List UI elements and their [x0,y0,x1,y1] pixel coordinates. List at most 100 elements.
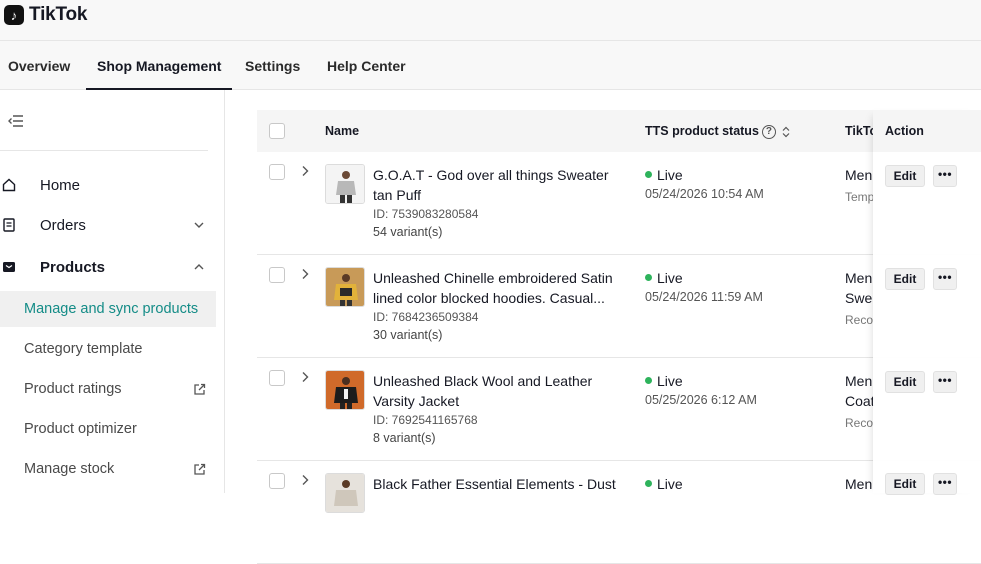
chevron-right-icon[interactable] [301,371,310,383]
row-checkbox[interactable] [269,370,285,386]
products-icon [3,262,15,272]
product-thumbnail[interactable] [325,164,365,204]
status-label: Live [657,373,683,389]
app-logo[interactable]: ♪ TikTok [4,4,87,26]
tiktok-logo-icon: ♪ [4,5,24,25]
external-link-icon [194,463,206,475]
sidebar-item-products[interactable]: Products [0,249,216,285]
edit-button[interactable]: Edit [885,473,925,495]
category-sub: Reco [845,313,874,327]
orders-icon [3,218,15,232]
help-icon[interactable]: ? [761,124,776,139]
product-variants: 8 variant(s) [373,431,436,445]
more-actions-button[interactable]: ••• [933,371,957,393]
category-primary: Men [845,270,873,286]
status-date: 05/24/2026 11:59 AM [645,290,763,304]
row-checkbox[interactable] [269,473,285,489]
more-actions-button[interactable]: ••• [933,165,957,187]
external-link-icon [194,383,206,395]
main-content: Name TTS product status? TikTo G.O.A.T -… [226,90,981,564]
product-name[interactable]: G.O.A.T - God over all things Sweater ta… [373,165,629,205]
product-name[interactable]: Unleashed Chinelle embroidered Satin lin… [373,268,629,308]
product-image-icon [326,474,364,512]
edit-button[interactable]: Edit [885,371,925,393]
tab-settings[interactable]: Settings [245,41,300,90]
select-all-checkbox[interactable] [269,123,285,139]
product-thumbnail[interactable] [325,370,365,410]
product-id: ID: 7539083280584 [373,207,479,221]
status-label: Live [657,167,683,183]
column-header-name: Name [325,124,360,138]
live-status-dot [645,171,652,178]
sidebar-subitem-label: Product optimizer [24,421,137,437]
status-label: Live [657,476,683,492]
chevron-down-icon [194,222,204,228]
product-id: ID: 7684236509384 [373,310,479,324]
column-header-action: Action [873,110,981,152]
main-nav: Overview Shop Management Settings Help C… [0,41,981,90]
sort-icon[interactable] [782,126,790,138]
category-sub: Reco [845,416,874,430]
product-thumbnail[interactable] [325,267,365,307]
sidebar-subitem-category-template[interactable]: Category template [0,331,216,367]
category-primary: Men [845,373,873,389]
chevron-right-icon[interactable] [301,474,310,486]
product-name[interactable]: Black Father Essential Elements - Dust [373,474,629,494]
sidebar: Home Orders Products Manage and sync pro… [0,90,225,493]
sidebar-item-home[interactable]: Home [0,167,216,203]
chevron-up-icon [194,264,204,270]
live-status-dot [645,274,652,281]
category-secondary: Coat [845,393,875,409]
sidebar-item-label: Orders [40,216,86,234]
sidebar-subitem-product-ratings[interactable]: Product ratings [0,371,216,407]
status-date: 05/24/2026 10:54 AM [645,187,764,201]
sidebar-item-label: Home [40,176,81,194]
chevron-right-icon[interactable] [301,268,310,280]
sidebar-subitem-manage-sync-products[interactable]: Manage and sync products [0,291,216,327]
status-date: 05/25/2026 6:12 AM [645,393,757,407]
product-id: ID: 7692541165768 [373,413,478,427]
top-bar: ♪ TikTok [0,0,981,41]
status-label: Live [657,270,683,286]
sidebar-item-orders[interactable]: Orders [0,207,216,243]
sidebar-divider [0,150,208,151]
product-thumbnail[interactable] [325,473,365,513]
product-image-icon [326,371,364,409]
category-sub: Temp [845,190,875,204]
product-image-icon [326,165,364,203]
column-header-status[interactable]: TTS product status? [645,110,790,152]
chevron-right-icon[interactable] [301,165,310,177]
more-actions-button[interactable]: ••• [933,473,957,495]
row-checkbox[interactable] [269,164,285,180]
status-badge: Live [645,476,683,492]
more-actions-button[interactable]: ••• [933,268,957,290]
sidebar-subitem-label: Manage and sync products [24,301,199,317]
home-icon [2,178,16,192]
action-column: Action Edit ••• Edit ••• Edit ••• Edit •… [873,110,981,495]
sidebar-subitem-product-optimizer[interactable]: Product optimizer [0,411,216,447]
product-variants: 30 variant(s) [373,328,443,342]
sidebar-subitem-manage-stock[interactable]: Manage stock [0,451,216,487]
collapse-sidebar-icon[interactable] [8,114,24,128]
edit-button[interactable]: Edit [885,268,925,290]
sidebar-subitem-label: Product ratings [24,381,122,397]
tab-shop-management[interactable]: Shop Management [86,41,233,90]
column-header-label: TTS product status [645,124,759,138]
product-image-icon [326,268,364,306]
status-badge: Live [645,167,683,183]
product-variants: 54 variant(s) [373,225,443,239]
live-status-dot [645,377,652,384]
product-name[interactable]: Unleashed Black Wool and Leather Varsity… [373,371,629,411]
tab-help-center[interactable]: Help Center [327,41,406,90]
sidebar-subitem-label: Category template [24,341,143,357]
category-primary: Men [845,476,873,492]
category-primary: Men [845,167,873,183]
column-header-label: Action [885,124,924,138]
live-status-dot [645,480,652,487]
status-badge: Live [645,373,683,389]
tab-overview[interactable]: Overview [8,41,70,90]
row-checkbox[interactable] [269,267,285,283]
edit-button[interactable]: Edit [885,165,925,187]
sidebar-subitem-label: Manage stock [24,461,115,477]
app-title: TikTok [29,4,88,25]
